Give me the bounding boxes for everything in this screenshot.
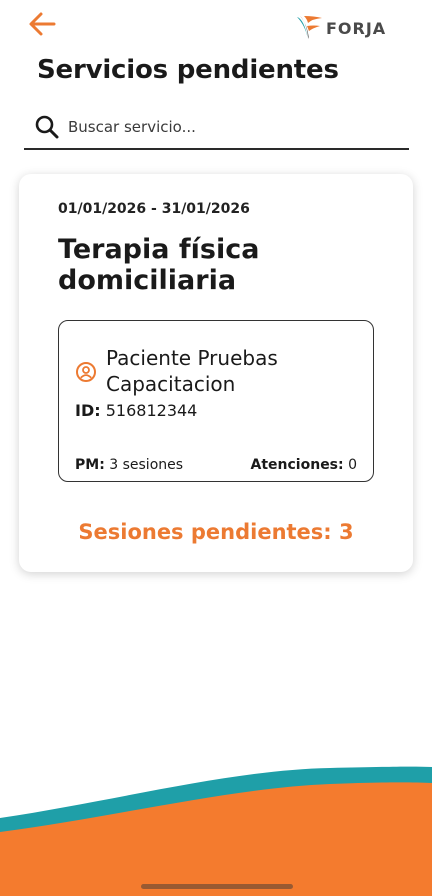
patient-id: ID: 516812344 — [75, 401, 197, 420]
logo-text: FORJA — [326, 18, 387, 38]
page-title: Servicios pendientes — [37, 55, 339, 85]
patient-name: Paciente Pruebas Capacitacion — [106, 346, 278, 396]
date-range: 01/01/2026 - 31/01/2026 — [58, 201, 250, 217]
arrow-left-icon — [29, 12, 56, 36]
atenciones-label: Atenciones: — [250, 457, 344, 473]
pm-value: 3 sesiones — [109, 457, 184, 473]
back-button[interactable] — [26, 10, 58, 38]
atenciones-value: 0 — [348, 457, 357, 473]
patient-info-box: Paciente Pruebas Capacitacion ID: 516812… — [58, 320, 374, 482]
brand-logo: FORJA — [294, 12, 386, 44]
person-circle-icon — [76, 362, 96, 382]
decorative-wave — [0, 766, 432, 896]
search-input[interactable] — [68, 118, 368, 136]
patient-id-value: 516812344 — [105, 401, 198, 420]
atenciones-count: Atenciones: 0 — [251, 457, 357, 473]
service-title: Terapia física domiciliaria — [58, 234, 260, 296]
forja-logo-icon — [297, 16, 322, 39]
app-screen: FORJA Servicios pendientes 01/01/2026 - … — [0, 0, 432, 896]
home-indicator[interactable] — [141, 884, 293, 889]
pm-sessions: PM: 3 sesiones — [75, 457, 183, 473]
patient-id-label: ID: — [75, 401, 101, 420]
search-bar[interactable] — [24, 106, 409, 150]
pm-label: PM: — [75, 457, 105, 473]
pending-sessions-count: Sesiones pendientes: 3 — [78, 520, 354, 544]
service-card[interactable]: 01/01/2026 - 31/01/2026 Terapia física d… — [19, 174, 413, 572]
search-icon — [35, 115, 59, 139]
